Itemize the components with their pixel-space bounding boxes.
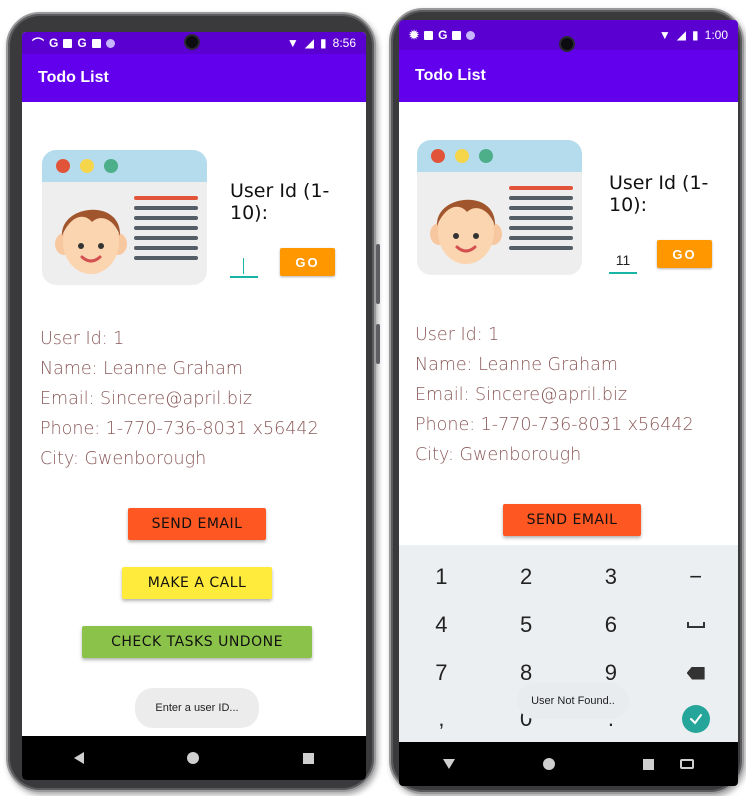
- sd-card-icon: [91, 38, 101, 48]
- app-title: Todo List: [38, 69, 109, 86]
- battery-icon: ▮: [692, 28, 699, 42]
- recents-icon[interactable]: [643, 758, 654, 770]
- key-7[interactable]: 7: [399, 649, 484, 697]
- news-icon: [424, 30, 434, 40]
- screen-right: ✹ G ▼ ◢ ▮ 1:00 Todo List User Id (1-10):…: [399, 20, 738, 786]
- key-3[interactable]: 3: [569, 553, 654, 601]
- user-id-label: User Id (1-10):: [230, 180, 330, 224]
- status-time: 8:56: [332, 36, 356, 50]
- check-tasks-button[interactable]: CHECK TASKS UNDONE: [82, 626, 312, 658]
- battery-icon: ▮: [320, 36, 327, 50]
- go-button[interactable]: GO: [657, 240, 712, 268]
- backspace-icon: [686, 666, 705, 680]
- user-city-text: City: Gwenborough: [40, 449, 207, 469]
- phone-frame-right: ✹ G ▼ ◢ ▮ 1:00 Todo List User Id (1-10):…: [389, 8, 744, 794]
- key-4[interactable]: 4: [399, 601, 484, 649]
- user-city-text: City: Gwenborough: [415, 445, 582, 465]
- user-email-text: Email: Sincere@april.biz: [40, 389, 253, 409]
- key-1[interactable]: 1: [399, 553, 484, 601]
- check-icon: [681, 705, 710, 733]
- app-title: Todo List: [415, 67, 486, 84]
- text-caret: [243, 258, 244, 274]
- space-icon: [686, 622, 705, 628]
- user-info: User Id: 1 Name: Leanne Graham Email: Si…: [415, 320, 694, 470]
- user-phone-text: Phone: 1-770-736-8031 x56442: [40, 419, 319, 439]
- phone-missed-icon: ⌒: [32, 36, 45, 51]
- key-5[interactable]: 5: [484, 601, 569, 649]
- make-call-button[interactable]: MAKE A CALL: [122, 567, 272, 599]
- key-2[interactable]: 2: [484, 553, 569, 601]
- key-comma[interactable]: ,: [399, 695, 484, 743]
- wifi-icon: ▼: [286, 36, 299, 50]
- front-camera: [559, 36, 575, 52]
- navigation-bar: [22, 736, 366, 780]
- avatar-face-icon: [55, 209, 127, 274]
- user-email-text: Email: Sincere@april.biz: [415, 385, 628, 405]
- dot-icon: [105, 38, 115, 48]
- dot-icon: [466, 30, 476, 40]
- google-icon: G: [438, 28, 448, 42]
- power-button: [376, 324, 380, 364]
- key-backspace[interactable]: [653, 649, 738, 697]
- user-id-input[interactable]: [609, 248, 637, 274]
- app-bar: Todo List: [22, 54, 366, 102]
- user-info: User Id: 1 Name: Leanne Graham Email: Si…: [40, 324, 319, 474]
- user-id-text: User Id: 1: [415, 325, 500, 345]
- volume-button: [376, 244, 380, 304]
- screen-left: ⌒ G G ▼ ◢ ▮ 8:56 Todo List User Id (1-10…: [22, 32, 366, 780]
- back-down-icon[interactable]: [443, 759, 455, 769]
- toast-message: User Not Found..: [517, 683, 629, 719]
- user-name-text: Name: Leanne Graham: [40, 359, 243, 379]
- go-button[interactable]: GO: [280, 248, 335, 276]
- user-id-input[interactable]: [230, 252, 258, 278]
- key-done[interactable]: [653, 695, 738, 743]
- sd-card-icon: [452, 30, 462, 40]
- wifi-icon: ▼: [658, 28, 671, 42]
- home-icon[interactable]: [187, 752, 200, 764]
- user-name-text: Name: Leanne Graham: [415, 355, 618, 375]
- send-email-button[interactable]: SEND EMAIL: [128, 508, 266, 540]
- google-icon: G: [77, 36, 87, 50]
- key-minus[interactable]: −: [653, 553, 738, 601]
- avatar-face-icon: [430, 199, 502, 264]
- news-icon: [63, 38, 73, 48]
- numeric-keypad: 1 2 3 − 4 5 6 7 8 9 , 0 . User Not Found…: [399, 545, 738, 743]
- recents-icon[interactable]: [303, 752, 315, 764]
- key-6[interactable]: 6: [569, 601, 654, 649]
- send-email-button[interactable]: SEND EMAIL: [503, 504, 641, 536]
- back-icon[interactable]: [73, 752, 84, 764]
- signal-icon: ◢: [304, 36, 315, 50]
- phone-frame-left: ⌒ G G ▼ ◢ ▮ 8:56 Todo List User Id (1-10…: [6, 12, 380, 792]
- key-space[interactable]: [653, 601, 738, 649]
- signal-icon: ◢: [676, 28, 687, 42]
- user-id-text: User Id: 1: [40, 329, 125, 349]
- home-icon[interactable]: [543, 758, 555, 770]
- gear-icon: ✹: [409, 28, 420, 42]
- app-bar: Todo List: [399, 50, 738, 102]
- user-id-label: User Id (1-10):: [609, 172, 709, 216]
- navigation-bar: [399, 742, 738, 786]
- keyboard-icon[interactable]: [680, 759, 694, 769]
- user-phone-text: Phone: 1-770-736-8031 x56442: [415, 415, 694, 435]
- status-time: 1:00: [704, 28, 728, 42]
- google-icon: G: [49, 36, 59, 50]
- toast-message: Enter a user ID...: [135, 688, 259, 728]
- front-camera: [184, 34, 200, 50]
